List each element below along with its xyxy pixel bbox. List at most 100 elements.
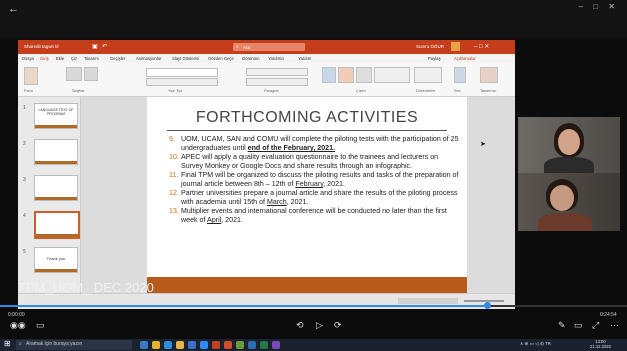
- group-designer: Tasarımcı: [480, 89, 497, 93]
- mic-icon[interactable]: ◉◉: [10, 320, 26, 331]
- meeting-watermark: TPM_UOM_ DEC 2020: [18, 280, 154, 295]
- thumb-number: 2: [23, 141, 26, 147]
- participant-video-2[interactable]: [518, 173, 620, 231]
- group-voice: Ses: [454, 89, 461, 93]
- thumb-number: 1: [23, 105, 26, 111]
- system-tray[interactable]: ∧ ⊕ ▭ ◁ 4) TR: [520, 341, 551, 347]
- back-arrow-icon[interactable]: ←: [8, 3, 19, 15]
- window-controls[interactable]: – □ ✕: [579, 2, 619, 11]
- group-slides: Slaytlar: [72, 89, 85, 93]
- title-divider: [167, 130, 447, 131]
- tab-insert[interactable]: Ekle: [56, 56, 64, 61]
- windows-start-icon[interactable]: ⊞: [4, 339, 11, 348]
- bullet-number: 10.: [169, 153, 179, 161]
- tab-transitions[interactable]: Geçişler: [110, 56, 125, 61]
- thumb-footer-bar: [35, 197, 77, 200]
- slide-thumbnail-1[interactable]: LANGUAGE TEXT OF PROGRAM: [34, 103, 78, 129]
- play-icon[interactable]: ▷: [316, 320, 323, 331]
- participant-body: [538, 213, 592, 231]
- edge-icon[interactable]: [164, 341, 172, 349]
- slide-thumbnail-4-selected[interactable]: [34, 211, 80, 239]
- comments-button[interactable]: Açıklamalar: [454, 56, 476, 61]
- avatar[interactable]: [451, 42, 460, 51]
- tab-view[interactable]: Görünüm: [242, 56, 259, 61]
- teams-icon[interactable]: [272, 341, 280, 349]
- tab-draw[interactable]: Çiz: [71, 56, 77, 61]
- editing-buttons[interactable]: [414, 67, 442, 83]
- bullet-emphasis: March: [266, 198, 287, 206]
- file-explorer-icon[interactable]: [176, 341, 184, 349]
- paragraph-buttons[interactable]: [246, 68, 308, 76]
- ppt-title-bar: Sharedit tagwn kl ▣ ↶ ⌕ Ara Sumru OĞUR –…: [18, 40, 515, 54]
- playback-handle[interactable]: [484, 302, 491, 309]
- slide-thumbnail-2[interactable]: [34, 139, 78, 165]
- participant-video-1[interactable]: [518, 117, 620, 173]
- shapes-icon[interactable]: [322, 67, 336, 83]
- task-view-icon[interactable]: [140, 341, 148, 349]
- view-buttons[interactable]: [398, 298, 458, 304]
- tab-animations[interactable]: Animasyonlar: [136, 56, 161, 61]
- bullet-item: 9. UOM, UCAM, SAN and COMU will complete…: [169, 135, 461, 153]
- quick-styles-icon[interactable]: [356, 67, 372, 83]
- playback-progress: [0, 305, 487, 307]
- elapsed-time: 0:00:00: [8, 312, 25, 318]
- undo-icon[interactable]: ↶: [102, 43, 107, 50]
- ppt-window-controls[interactable]: – □ ✕: [474, 43, 489, 50]
- designer-icon[interactable]: [480, 67, 498, 83]
- alignment-buttons[interactable]: [246, 78, 308, 86]
- forward-icon[interactable]: ⟳: [334, 320, 342, 331]
- tab-helper[interactable]: Yardımcı: [268, 56, 284, 61]
- zoom-slider[interactable]: [464, 300, 504, 302]
- new-slide-icon[interactable]: [66, 67, 82, 81]
- bullet-emphasis: February: [295, 180, 324, 188]
- fullscreen-icon[interactable]: ⤢: [592, 320, 599, 331]
- ppt-file-name: Sharedit tagwn kl: [24, 44, 59, 49]
- font-format-buttons[interactable]: [146, 78, 218, 86]
- app-icon[interactable]: [224, 341, 232, 349]
- slide-thumbnail-3[interactable]: [34, 175, 78, 201]
- arrange-icon[interactable]: [338, 67, 354, 83]
- app-icon[interactable]: [236, 341, 244, 349]
- chat-icon[interactable]: ▭: [36, 320, 45, 331]
- tab-design[interactable]: Tasarım: [84, 56, 99, 61]
- slide-thumbnails-pane: 1 LANGUAGE TEXT OF PROGRAM 2 3 4 5 Thank…: [18, 97, 81, 293]
- reuse-slides-icon[interactable]: [84, 67, 98, 81]
- taskbar-clock[interactable]: 13:00 21.12.2020: [590, 339, 611, 349]
- more-icon[interactable]: ⋯: [610, 320, 619, 331]
- user-name: Sumru OĞUR: [416, 44, 445, 49]
- current-slide[interactable]: FORTHCOMING ACTIVITIES 9. UOM, UCAM, SAN…: [147, 97, 467, 293]
- bullet-item: 13. Multiplier events and international …: [169, 207, 461, 225]
- tab-review[interactable]: Gözden Geçir: [208, 56, 234, 61]
- bullet-emphasis: April: [207, 216, 222, 224]
- tab-home[interactable]: Giriş: [40, 56, 49, 61]
- tab-help[interactable]: Yardım: [298, 56, 311, 61]
- powerpoint-icon[interactable]: [212, 341, 220, 349]
- search-box[interactable]: ⌕ Ara: [233, 43, 305, 51]
- slide-thumbnail-5[interactable]: Thank you: [34, 247, 78, 273]
- word-icon[interactable]: [248, 341, 256, 349]
- save-icon[interactable]: ▣: [92, 43, 98, 50]
- font-name-select[interactable]: [146, 68, 218, 77]
- rewind-icon[interactable]: ⟲: [296, 320, 304, 331]
- mail-icon[interactable]: [188, 341, 196, 349]
- group-drawing: Çizim: [356, 89, 366, 93]
- window-icon[interactable]: ▭: [574, 320, 583, 331]
- thumb-number: 3: [23, 177, 26, 183]
- share-button[interactable]: Paylaş: [428, 56, 441, 61]
- chrome-icon[interactable]: [152, 341, 160, 349]
- dictate-icon[interactable]: [454, 67, 466, 83]
- shape-format-buttons[interactable]: [374, 67, 410, 83]
- excel-icon[interactable]: [260, 341, 268, 349]
- zoom-icon[interactable]: [200, 341, 208, 349]
- thumb-footer-bar: [35, 125, 77, 128]
- paste-icon[interactable]: [24, 67, 38, 85]
- bullet-item: 12. Partner universities prepare a journ…: [169, 189, 461, 207]
- tab-file[interactable]: Dosya: [22, 56, 34, 61]
- group-clipboard: Pano: [24, 89, 33, 93]
- group-font: Yazı Tipi: [168, 89, 183, 93]
- thumb-number: 5: [23, 249, 26, 255]
- bullet-number: 13.: [169, 207, 179, 215]
- edit-icon[interactable]: ✎: [558, 320, 566, 331]
- bullet-list: 9. UOM, UCAM, SAN and COMU will complete…: [169, 135, 461, 225]
- tab-slideshow[interactable]: Slayt Gösterisi: [172, 56, 199, 61]
